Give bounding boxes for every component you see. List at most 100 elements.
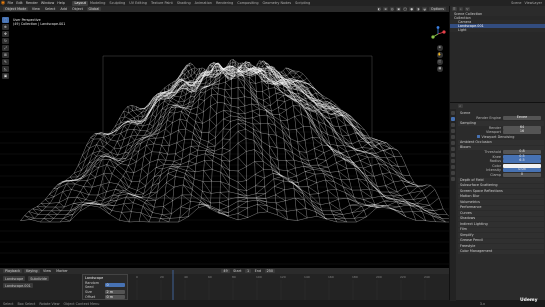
collapsed-section[interactable]: Curves [458,211,544,216]
collapsed-section[interactable]: Color Management [458,249,544,254]
denoise-checkbox[interactable] [477,135,480,139]
wireframe-shading-icon[interactable]: ◯ [402,6,408,12]
collapsed-section[interactable]: Volumetrics [458,200,544,205]
tab-scripting[interactable]: Scripting [293,1,312,6]
menu-edit[interactable]: Edit [15,1,25,5]
solid-shading-icon[interactable]: ● [409,6,414,12]
overlay-icon[interactable]: ◎ [389,6,395,12]
3d-viewport[interactable]: User Perspective (49) Collection | Lands… [0,12,449,268]
visibility-icon[interactable]: ◐ [376,6,382,12]
add-menu[interactable]: Add [59,7,69,11]
tab-sculpting[interactable]: Sculpting [107,1,127,6]
collapsed-section[interactable]: Performance [458,205,544,210]
scale-icon[interactable]: ⤢ [2,45,9,51]
world-tab-icon[interactable] [451,141,455,145]
add-cube-icon[interactable]: ▣ [2,73,9,79]
op-value[interactable]: 0 m [105,295,125,299]
view-layer-selector[interactable]: ViewLayer [525,1,543,5]
tab-modeling[interactable]: Modeling [88,1,107,6]
collapsed-section[interactable]: Subsurface Scattering [458,183,544,188]
tab-geometry-nodes[interactable]: Geometry Nodes [261,1,294,6]
search-icon[interactable]: ⌕ [458,6,463,12]
collapsed-section[interactable]: Simplify [458,233,544,238]
keying-menu[interactable]: Keying [24,268,40,274]
scene-selector[interactable]: Scene [511,1,521,5]
camera-view-icon[interactable]: ◫ [437,59,443,65]
collapsed-section[interactable]: Shadows [458,216,544,221]
topbar-right: Scene ViewLayer [511,1,545,5]
tab-compositing[interactable]: Compositing [235,1,260,6]
options-dropdown[interactable]: Options [428,6,446,12]
rendered-shading-icon[interactable]: ◒ [422,6,427,12]
object-menu[interactable]: Object [70,7,84,11]
gizmo-icon[interactable]: ⊕ [383,6,388,12]
tab-rendering[interactable]: Rendering [214,1,235,6]
ao-section[interactable]: Ambient Occlusion [458,140,544,145]
collapsed-section[interactable]: Indirect Lighting [458,222,544,227]
material-tab-icon[interactable] [451,177,455,181]
orientation-dropdown[interactable]: Global [86,6,102,12]
collapsed-section[interactable]: Freestyle [458,244,544,249]
collapsed-section[interactable]: Motion Blur [458,194,544,199]
modifier-tab-icon[interactable] [451,153,455,157]
menu-render[interactable]: Render [24,1,39,5]
collapsed-section[interactable]: Depth of Field [458,178,544,183]
search-icon[interactable]: ⌕ [458,103,463,109]
op-value[interactable]: 2 m [105,290,125,294]
annotate-icon[interactable]: ✎ [2,59,9,65]
output-tab-icon[interactable] [451,123,455,127]
collapsed-section[interactable]: Film [458,227,544,232]
terrain-mesh[interactable] [20,59,450,223]
tool-tab-icon[interactable] [451,111,455,115]
cursor-icon[interactable]: ⊕ [2,24,9,30]
physics-tab-icon[interactable] [451,159,455,163]
menu-help[interactable]: Help [56,1,67,5]
op-label: Size [85,290,92,294]
view-menu[interactable]: View [30,7,41,11]
outliner-item[interactable]: Light [450,28,545,32]
zoom-icon[interactable]: ⊕ [437,45,443,51]
navigation-gizmo[interactable] [430,26,446,42]
measure-icon[interactable]: ◺ [2,66,9,72]
data-tab-icon[interactable] [451,171,455,175]
render-engine-dropdown[interactable]: Eevee [503,115,541,120]
tab-layout[interactable]: Layout [72,0,88,6]
field-value[interactable]: 0 [503,172,541,177]
menu-file[interactable]: File [6,1,15,5]
tab-texture-paint[interactable]: Texture Paint [149,1,175,6]
xray-icon[interactable]: ▣ [396,6,401,12]
material-shading-icon[interactable]: ◑ [415,6,421,12]
collapsed-section[interactable]: Grease Pencil [458,238,544,243]
node-subdivide[interactable]: Subdivide [28,276,49,281]
rotate-icon[interactable]: ↻ [2,38,9,44]
filter-icon[interactable]: ▽ [465,6,470,12]
collapsed-section[interactable]: Screen Space Reflections [458,189,544,194]
view-layer-tab-icon[interactable] [451,129,455,133]
constraint-tab-icon[interactable] [451,165,455,169]
viewport-samples-field[interactable]: 16 [503,130,541,135]
pan-hand-icon[interactable]: ✋ [437,52,443,58]
timeline-view-menu[interactable]: View [42,269,53,273]
move-icon[interactable]: ✥ [2,31,9,37]
perspective-grid-icon[interactable]: ▦ [437,66,443,72]
node-landscape-001[interactable]: Landscape.001 [3,283,33,288]
status-hint: Box Select [17,301,36,306]
field-value[interactable]: 6.5 [503,159,541,164]
scene-tab-icon[interactable] [451,135,455,139]
menu-window[interactable]: Window [39,1,55,5]
tab-uv-editing[interactable]: UV Editing [127,1,149,6]
node-landscape[interactable]: Landscape [3,276,26,281]
tab-shading[interactable]: Shading [175,1,193,6]
tab-animation[interactable]: Animation [193,1,214,6]
frame-tick-label: 160 [328,275,334,279]
outliner-type-icon[interactable]: ☰ [452,6,457,12]
select-icon[interactable]: ⬚ [2,17,9,23]
transform-icon[interactable]: ⊞ [2,52,9,58]
object-tab-icon[interactable] [451,147,455,151]
mode-dropdown[interactable]: Object Mode [3,6,29,12]
marker-menu[interactable]: Marker [55,269,70,273]
select-menu[interactable]: Select [43,7,56,11]
playback-menu[interactable]: Playback [3,268,23,274]
op-value[interactable]: 0 [105,283,125,287]
render-tab-icon[interactable] [451,117,455,121]
